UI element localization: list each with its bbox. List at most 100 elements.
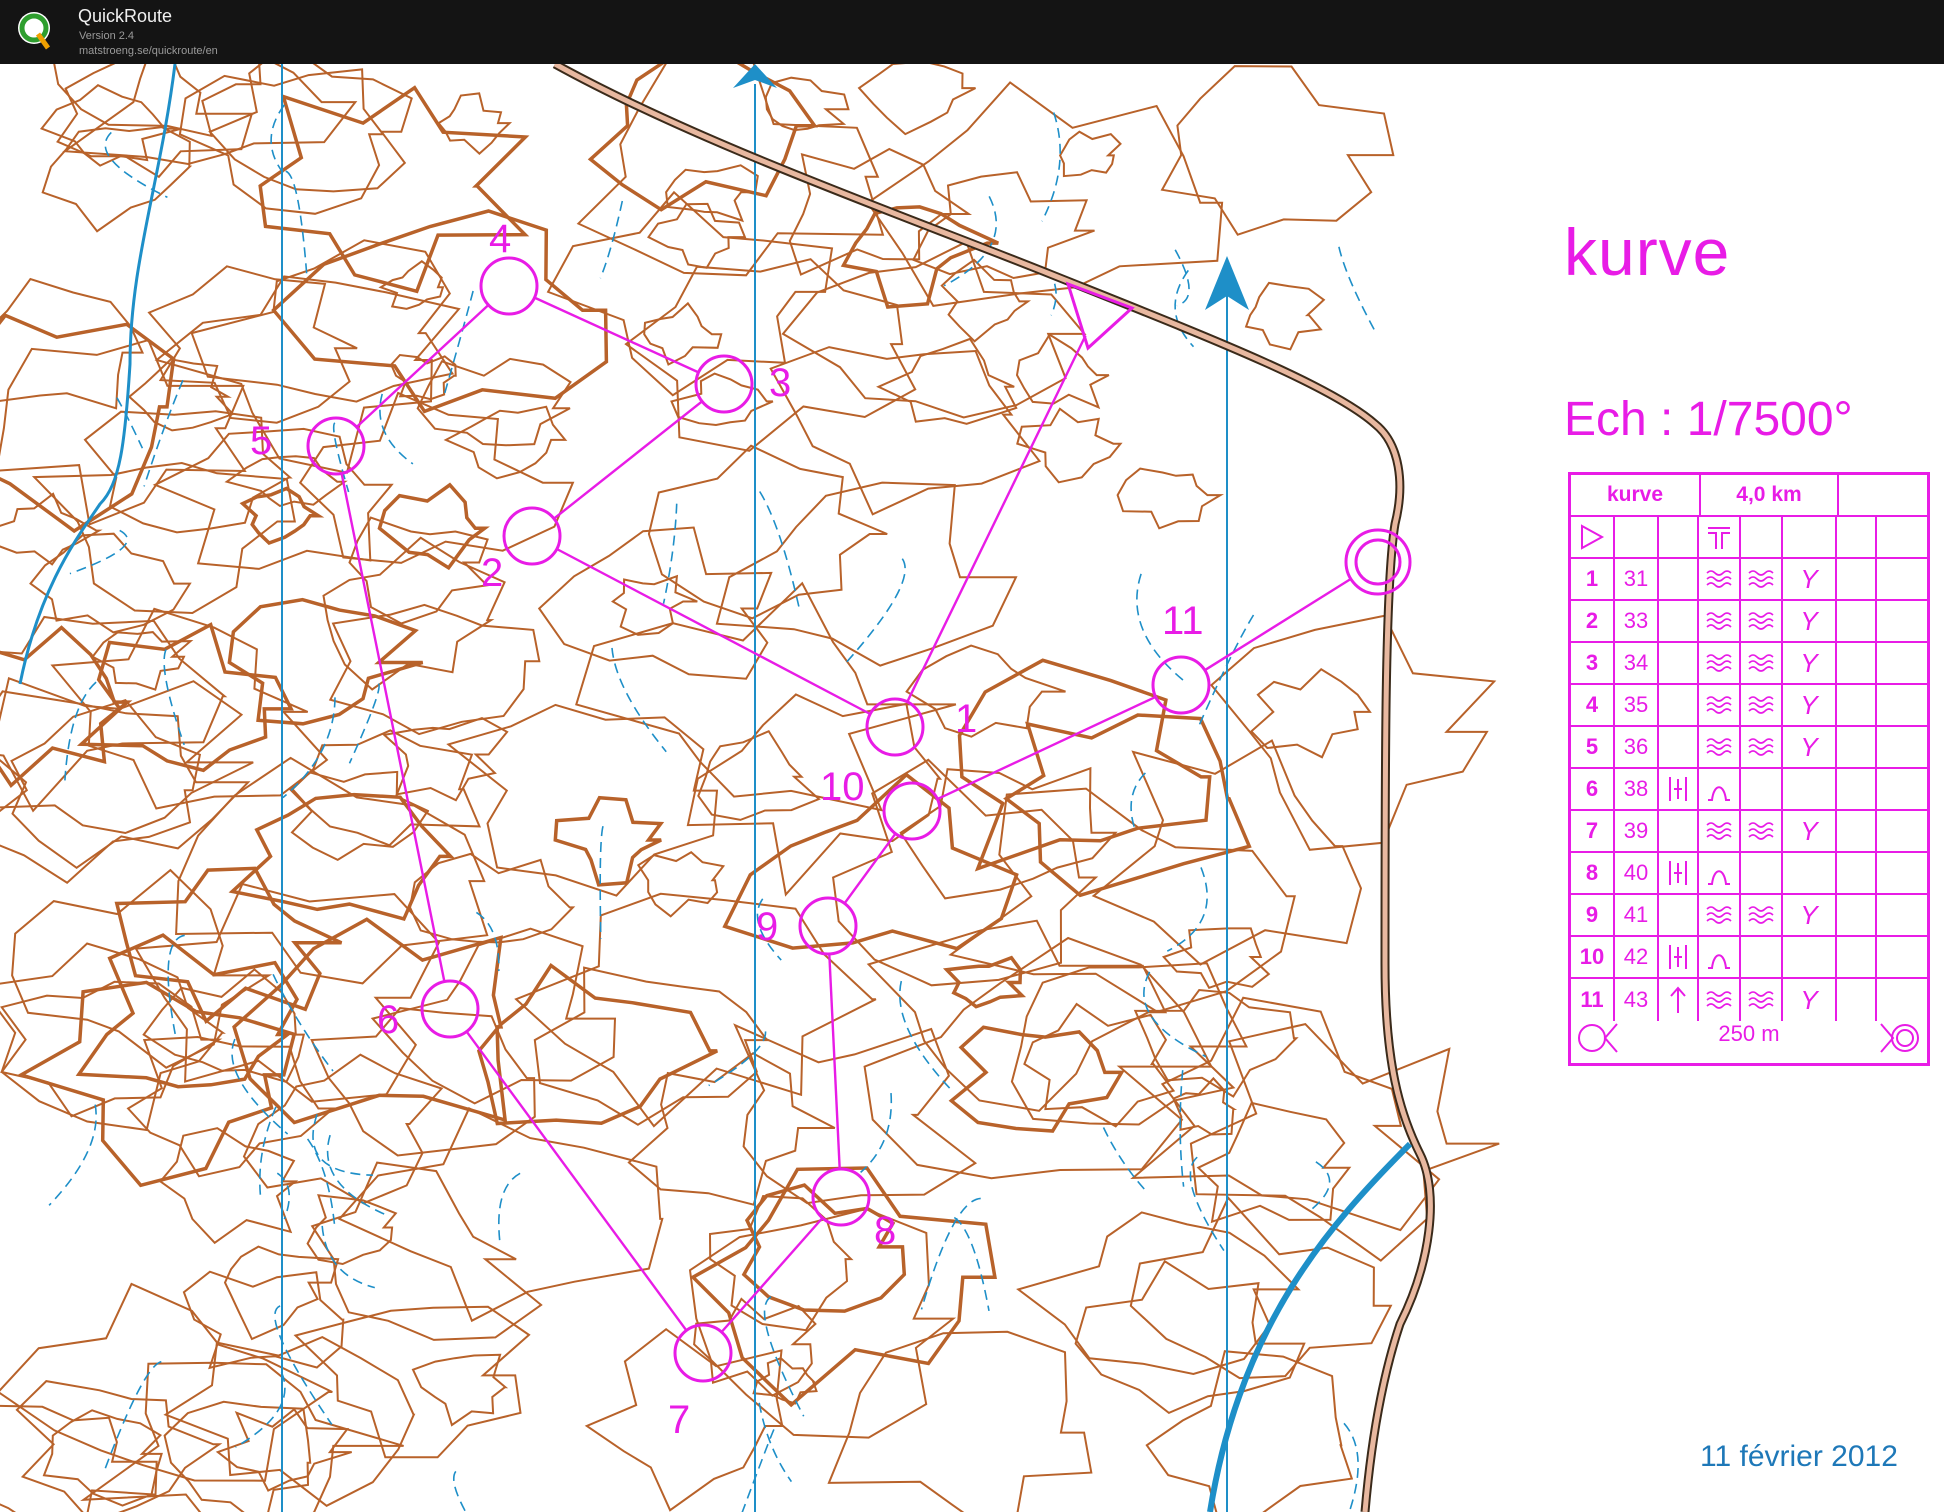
desc-col-e <box>1741 769 1783 809</box>
contour-line <box>670 372 774 427</box>
contour-line <box>208 64 413 193</box>
finish-icon <box>1344 528 1412 596</box>
desc-col-c <box>1659 727 1699 767</box>
watercourse <box>321 1225 375 1289</box>
contour-line <box>715 481 1018 667</box>
road-junction-icon <box>1699 517 1741 557</box>
reentrant-icon <box>1741 559 1783 599</box>
control-description-sheet: kurve 4,0 km 1 31 Y 2 33 Y 3 34 Y 4 35 Y 5 36 Y 6 38 7 39 Y… <box>1568 472 1930 1066</box>
title-bar: QuickRoute Version 2.4 matstroeng.se/qui… <box>0 0 1944 64</box>
desc-row-5: 5 36 Y <box>1571 727 1927 769</box>
watercourse <box>48 1104 97 1206</box>
desc-row-3: 3 34 Y <box>1571 643 1927 685</box>
desc-col-h <box>1877 559 1927 599</box>
contour-line <box>11 868 273 1069</box>
watercourse <box>306 1138 336 1224</box>
control-circle-4[interactable] <box>479 256 539 316</box>
desc-col-c <box>1659 601 1699 641</box>
start-triangle-icon <box>1571 517 1615 557</box>
control-circle-6[interactable] <box>420 979 480 1039</box>
app-url: matstroeng.se/quickroute/en <box>79 45 218 57</box>
quickroute-logo-icon <box>18 12 51 50</box>
contour-line <box>293 1305 531 1459</box>
control-circles <box>306 256 1211 1383</box>
desc-col-g <box>1837 685 1877 725</box>
contour-line <box>80 1361 404 1512</box>
control-circle-8[interactable] <box>811 1167 871 1227</box>
desc-row-6: 6 38 <box>1571 769 1927 811</box>
desc-footer-distance: 250 m <box>1718 1021 1780 1046</box>
desc-row-8: 8 40 <box>1571 853 1927 895</box>
contour-line <box>1160 65 1395 236</box>
control-circle-3[interactable] <box>694 354 754 414</box>
contour-line <box>437 92 513 155</box>
contour-line <box>537 526 773 680</box>
control-number-5: 5 <box>250 419 272 463</box>
reentrant-icon <box>1741 643 1783 683</box>
watercourse <box>758 1402 793 1483</box>
contour-line <box>627 1052 836 1206</box>
desc-col-f: Y <box>1783 559 1837 599</box>
reentrant-icon <box>1699 601 1741 641</box>
contour-line <box>0 338 247 526</box>
course-leg <box>906 335 1087 703</box>
desc-row-11: 11 43 Y <box>1571 979 1927 1021</box>
desc-row-7: 7 39 Y <box>1571 811 1927 853</box>
control-number: 10 <box>1571 937 1615 977</box>
control-code: 36 <box>1615 727 1659 767</box>
contour-line <box>1244 281 1326 351</box>
watercourse <box>64 681 97 781</box>
desc-col-h <box>1877 937 1927 977</box>
control-code: 41 <box>1615 895 1659 935</box>
reentrant-icon <box>1741 895 1783 935</box>
contour-line <box>232 917 508 1125</box>
contour-line <box>575 581 957 812</box>
control-code: 33 <box>1615 601 1659 641</box>
desc-control-rows: 1 31 Y 2 33 Y 3 34 Y 4 35 Y 5 36 Y 6 38 7 39 Y 8 40 9 41 Y 10 42 11… <box>1571 559 1927 1021</box>
contour-line <box>242 1053 444 1205</box>
control-code: 39 <box>1615 811 1659 851</box>
reentrant-icon <box>1741 727 1783 767</box>
contour-line <box>1189 1023 1500 1262</box>
contour-line <box>411 1353 509 1427</box>
watercourse <box>611 647 667 753</box>
watercourse <box>235 1371 286 1448</box>
contour-line <box>127 358 235 432</box>
control-circle-11[interactable] <box>1151 655 1211 715</box>
contour-line <box>690 1166 997 1408</box>
contour-line <box>647 444 888 620</box>
watercourse <box>1338 246 1375 330</box>
desc-empty <box>1741 517 1783 557</box>
control-number: 4 <box>1571 685 1615 725</box>
north-arrows <box>733 64 1249 310</box>
desc-col-h <box>1877 811 1927 851</box>
control-number: 2 <box>1571 601 1615 641</box>
desc-col-g <box>1837 979 1877 1021</box>
reentrant-icon <box>1741 979 1783 1021</box>
course-leg <box>828 953 841 1170</box>
knoll-icon <box>1699 769 1741 809</box>
contour-line <box>1023 1002 1176 1128</box>
contour-line <box>126 1035 336 1178</box>
desc-col-h <box>1877 601 1927 641</box>
control-number-2: 2 <box>481 551 503 595</box>
reentrant-icon <box>1741 685 1783 725</box>
desc-col-c <box>1659 685 1699 725</box>
orienteering-map[interactable]: 1 2 3 4 5 6 7 8 9 10 11 kurve Ech : 1/7500° kurve … <box>0 64 1944 1512</box>
reentrant-icon <box>1699 895 1741 935</box>
app-version: Version 2.4 <box>79 30 135 42</box>
control-number-7: 7 <box>668 1398 690 1442</box>
desc-col-f: Y <box>1783 895 1837 935</box>
control-code: 43 <box>1615 979 1659 1021</box>
watercourse <box>1130 772 1146 829</box>
desc-row-9: 9 41 Y <box>1571 895 1927 937</box>
desc-col-f: Y <box>1783 643 1837 683</box>
desc-header-row: kurve 4,0 km <box>1571 475 1927 517</box>
watercourse <box>844 558 906 664</box>
watercourse <box>452 1470 467 1512</box>
watercourse <box>1041 112 1061 222</box>
watercourse <box>662 503 678 604</box>
desc-header-empty <box>1839 475 1927 515</box>
contour-line <box>857 64 976 136</box>
contour-line <box>957 658 1212 872</box>
